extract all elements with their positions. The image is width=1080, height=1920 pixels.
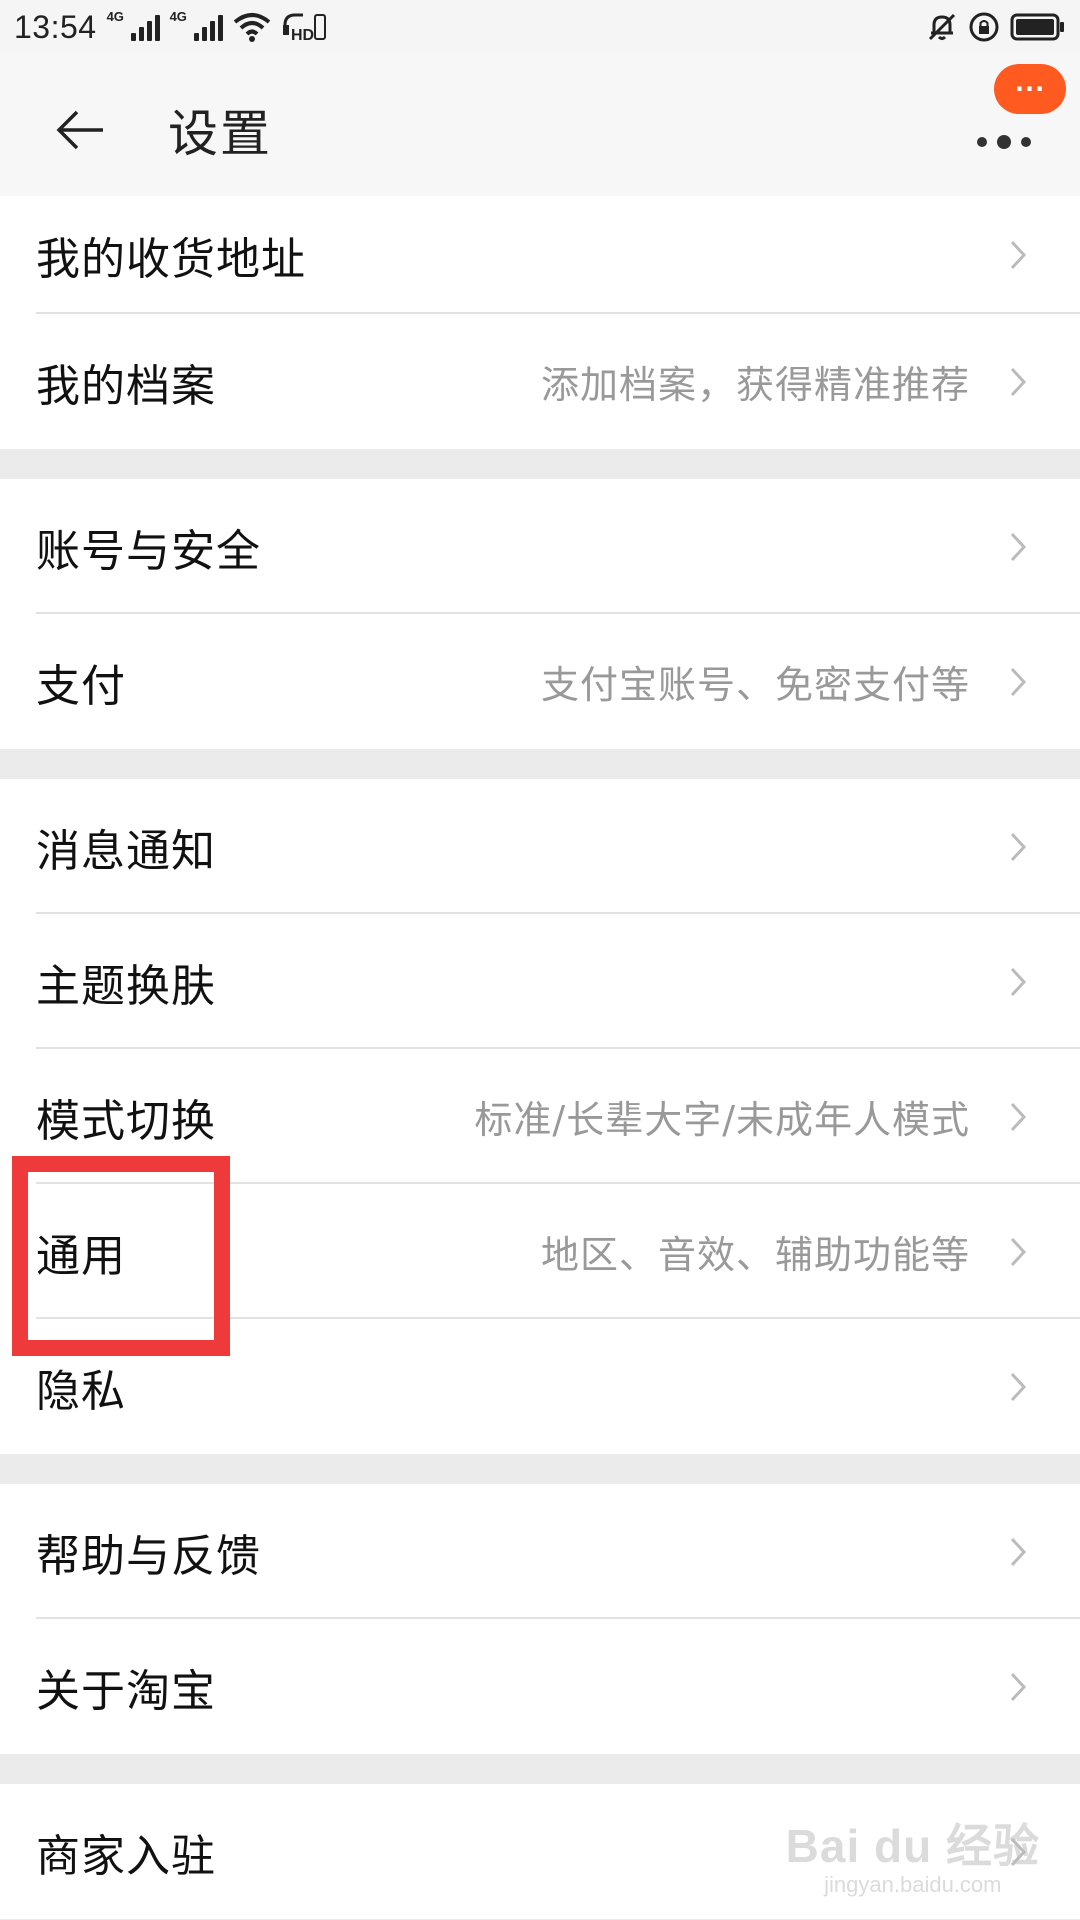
more-button[interactable] — [964, 114, 1044, 170]
watermark-url: jingyan.baidu.com — [824, 1872, 1002, 1897]
row-label: 商家入驻 — [36, 1830, 216, 1882]
status-left: 13:54 4G 4G HD — [14, 9, 327, 46]
row-label: 我的收货地址 — [36, 234, 306, 285]
chevron-right-icon — [1004, 1367, 1032, 1407]
group-gap — [0, 1454, 1080, 1484]
more-dots-icon — [977, 135, 1031, 149]
row-hint: 地区、音效、辅助功能等 — [540, 1233, 970, 1277]
bell-off-icon — [926, 11, 958, 43]
hd-icon: HD — [281, 11, 327, 43]
wifi-icon — [233, 12, 271, 42]
hd-label: HD — [291, 27, 314, 43]
row-label: 关于淘宝 — [36, 1665, 216, 1717]
chevron-right-icon — [1004, 235, 1032, 275]
row-hint: 支付宝账号、免密支付等 — [540, 663, 970, 707]
signal-icon: 4G — [170, 9, 223, 41]
chevron-right-icon — [1004, 1667, 1032, 1707]
settings-row-theme[interactable]: 主题换肤 — [0, 914, 1080, 1049]
page-title: 设置 — [168, 105, 272, 163]
group-gap — [0, 1754, 1080, 1784]
arrow-left-icon — [56, 110, 103, 150]
settings-row-general[interactable]: 通用 地区、音效、辅助功能等 — [0, 1184, 1080, 1319]
group-gap — [0, 449, 1080, 479]
settings-group-preferences: 消息通知 主题换肤 模式切换 标准/长辈大字/未成年人模式 通用 地区、音效、辅… — [0, 779, 1080, 1454]
row-label: 我的档案 — [36, 360, 216, 412]
settings-row-address[interactable]: 我的收货地址 — [0, 196, 1080, 314]
signal-type-label: 4G — [169, 9, 187, 24]
chevron-right-icon — [1004, 827, 1032, 867]
back-button[interactable] — [48, 98, 112, 162]
notification-badge[interactable]: ··· — [994, 64, 1066, 114]
chevron-right-icon — [1004, 662, 1032, 702]
row-label: 支付 — [36, 660, 126, 712]
status-bar: 13:54 4G 4G HD — [0, 0, 1080, 54]
row-label: 隐私 — [36, 1365, 126, 1417]
settings-row-help-feedback[interactable]: 帮助与反馈 — [0, 1484, 1080, 1619]
chevron-right-icon — [1004, 1232, 1032, 1272]
settings-row-account-security[interactable]: 账号与安全 — [0, 479, 1080, 614]
row-label: 帮助与反馈 — [36, 1530, 261, 1582]
settings-group-account: 账号与安全 支付 支付宝账号、免密支付等 — [0, 479, 1080, 749]
chevron-right-icon — [1004, 527, 1032, 567]
chevron-right-icon — [1004, 362, 1032, 402]
settings-row-mode-switch[interactable]: 模式切换 标准/长辈大字/未成年人模式 — [0, 1049, 1080, 1184]
row-hint: 标准/长辈大字/未成年人模式 — [474, 1098, 970, 1142]
row-label: 通用 — [36, 1230, 126, 1282]
group-gap — [0, 749, 1080, 779]
chevron-right-icon — [1004, 962, 1032, 1002]
rotation-lock-icon — [968, 11, 1000, 43]
chevron-right-icon — [1004, 1532, 1032, 1572]
signal-type-label: 4G — [106, 9, 124, 24]
status-right — [926, 11, 1066, 43]
row-label: 账号与安全 — [36, 525, 261, 577]
battery-icon — [1010, 12, 1066, 42]
settings-group-address: 我的收货地址 我的档案 添加档案，获得精准推荐 — [0, 196, 1080, 449]
watermark-logo: Bai du 经验 — [785, 1820, 1040, 1872]
row-label: 主题换肤 — [36, 960, 216, 1012]
settings-row-privacy[interactable]: 隐私 — [0, 1319, 1080, 1454]
settings-row-profile[interactable]: 我的档案 添加档案，获得精准推荐 — [0, 314, 1080, 449]
row-label: 模式切换 — [36, 1095, 216, 1147]
signal-icon: 4G — [107, 9, 160, 41]
row-hint: 添加档案，获得精准推荐 — [540, 363, 970, 407]
watermark: Bai du 经验 jingyan.baidu.com — [786, 1810, 1040, 1898]
status-time: 13:54 — [14, 8, 97, 45]
chevron-right-icon — [1004, 1097, 1032, 1137]
settings-row-payment[interactable]: 支付 支付宝账号、免密支付等 — [0, 614, 1080, 749]
settings-row-notifications[interactable]: 消息通知 — [0, 779, 1080, 914]
settings-row-about[interactable]: 关于淘宝 — [0, 1619, 1080, 1754]
app-header: 设置 ··· — [0, 54, 1080, 196]
settings-list: 我的收货地址 我的档案 添加档案，获得精准推荐 账号与安全 支付 支付宝账号、免… — [0, 196, 1080, 1919]
settings-group-help: 帮助与反馈 关于淘宝 — [0, 1484, 1080, 1754]
row-label: 消息通知 — [36, 825, 216, 877]
